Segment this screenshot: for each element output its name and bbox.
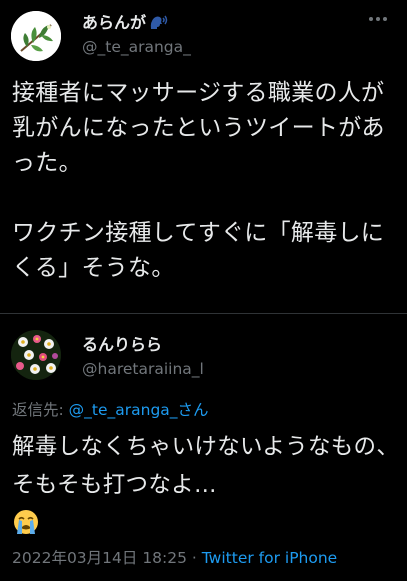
replying-to-label: 返信先:: [12, 401, 69, 419]
tweet-meta: 2022年03月14日 18:25 · Twitter for iPhone: [12, 546, 337, 568]
loudly-crying-face-icon: [12, 508, 40, 540]
reply-tweet[interactable]: るんりらら @haretaraiina_l 返信先: @_te_aranga_さ…: [0, 314, 407, 581]
mention-link[interactable]: @_te_aranga_さん: [69, 401, 209, 419]
more-options-icon[interactable]: [369, 16, 387, 22]
source-link[interactable]: Twitter for iPhone: [202, 549, 337, 567]
tweet-text: 解毒しなくちゃいけないようなもの、そもそも打つなよ…: [12, 434, 400, 498]
author-handle[interactable]: @_te_aranga_: [82, 38, 191, 56]
plant-avatar-icon: [11, 11, 61, 61]
original-tweet[interactable]: あらんが @_te_aranga_ 接種者にマッサージする職業の人が乳がんになっ…: [0, 0, 407, 313]
timestamp[interactable]: 2022年03月14日 18:25: [12, 549, 187, 567]
author-handle[interactable]: @haretaraiina_l: [82, 360, 204, 378]
author-name[interactable]: るんりらら: [82, 331, 162, 355]
flowers-avatar-icon: [11, 330, 61, 380]
avatar[interactable]: [11, 11, 61, 61]
avatar[interactable]: [11, 330, 61, 380]
author-name[interactable]: あらんが: [82, 9, 168, 35]
meta-separator: ·: [187, 549, 202, 567]
speaking-head-icon: [148, 13, 168, 35]
tweet-text: 接種者にマッサージする職業の人が乳がんになったというツイートがあった。 ワクチン…: [12, 80, 385, 281]
replying-to: 返信先: @_te_aranga_さん: [12, 398, 209, 420]
